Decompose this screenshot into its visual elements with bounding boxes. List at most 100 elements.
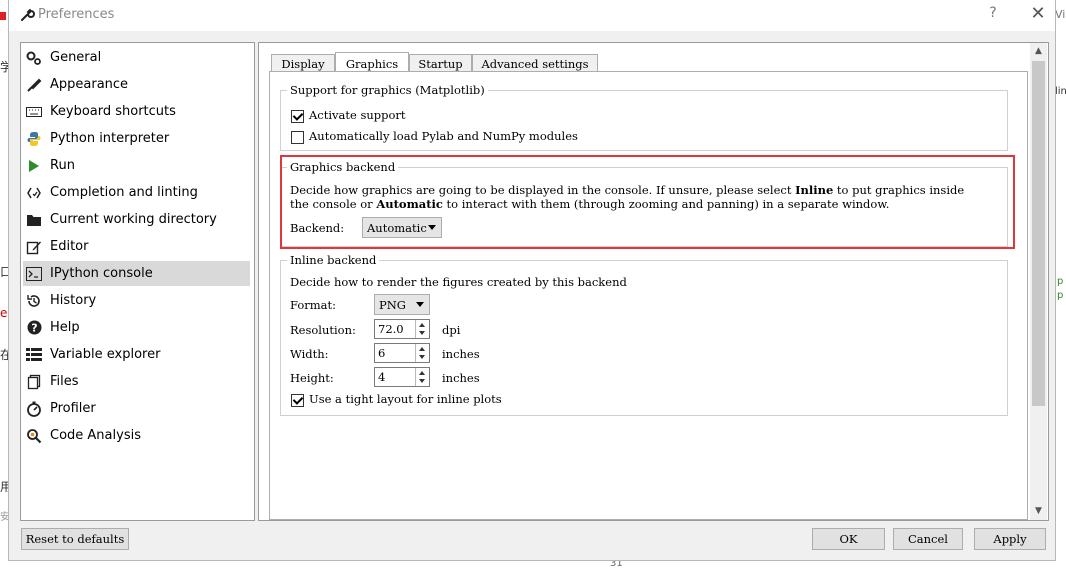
background-glyph: e [0, 306, 8, 320]
resolution-value: 72.0 [378, 322, 404, 336]
vertical-scrollbar[interactable]: ▲ ▼ [1030, 43, 1047, 520]
width-unit: inches [442, 347, 480, 361]
scroll-down-icon[interactable]: ▼ [1030, 503, 1047, 520]
height-unit: inches [442, 371, 480, 385]
highlight-box [280, 155, 1015, 249]
support-group-title: Support for graphics (Matplotlib) [287, 83, 488, 97]
settings-pane: Display Graphics Startup Advanced settin… [258, 42, 1049, 521]
support-group: Support for graphics (Matplotlib) Activa… [280, 83, 1008, 151]
activate-support-label: Activate support [309, 108, 406, 122]
background-red-icon [0, 12, 6, 20]
background-glyph: p [1057, 276, 1064, 287]
spin-up-icon [419, 323, 425, 327]
format-label: Format: [290, 298, 337, 312]
sidebar-item-label: IPython console [50, 266, 153, 281]
width-value: 6 [378, 346, 386, 360]
python-icon [26, 131, 42, 147]
profiler-icon [26, 401, 42, 417]
sidebar-item-files[interactable]: Files [23, 369, 250, 394]
sidebar-item-label: Files [50, 374, 79, 389]
background-glyph: Vi [1055, 8, 1066, 21]
inline-description: Decide how to render the figures created… [290, 275, 627, 289]
sidebar-item-ipython-console[interactable]: IPython console [23, 261, 250, 286]
spin-down-icon [419, 331, 425, 335]
sidebar-item-label: Appearance [50, 77, 129, 92]
sidebar-item-appearance[interactable]: Appearance [23, 72, 250, 97]
sidebar-item-label: Python interpreter [50, 131, 170, 146]
inline-group: Inline backend Decide how to render the … [280, 253, 1008, 416]
table-icon [26, 347, 42, 363]
sidebar-item-python-interpreter[interactable]: Python interpreter [23, 126, 250, 151]
paint-brush-icon [26, 77, 42, 93]
sidebar-item-code-analysis[interactable]: Code Analysis [23, 423, 250, 448]
scrollbar-thumb[interactable] [1032, 61, 1045, 406]
spin-down-icon [419, 355, 425, 359]
chevron-down-icon [416, 302, 424, 307]
sidebar-item-help[interactable]: ? Help [23, 315, 250, 340]
spin-up-icon [419, 371, 425, 375]
edit-icon [26, 239, 42, 255]
cancel-button[interactable]: Cancel [893, 528, 963, 550]
reset-defaults-button[interactable]: Reset to defaults [21, 528, 129, 550]
spin-buttons[interactable] [415, 320, 429, 338]
preferences-dialog: Preferences ? ✕ General Appearance Keybo… [8, 0, 1056, 561]
format-select-value: PNG [379, 297, 406, 312]
tab-content-graphics: Support for graphics (Matplotlib) Activa… [269, 71, 1028, 520]
sidebar-item-run[interactable]: Run [23, 153, 250, 178]
autoload-pylab-checkbox[interactable] [291, 131, 304, 144]
sidebar-item-current-working-directory[interactable]: Current working directory [23, 207, 250, 232]
window-title: Preferences [38, 7, 115, 22]
scroll-up-icon[interactable]: ▲ [1030, 43, 1047, 60]
spin-buttons[interactable] [415, 368, 429, 386]
spin-down-icon [419, 379, 425, 383]
sidebar-item-general[interactable]: General [23, 45, 250, 70]
code-analysis-icon [26, 428, 42, 444]
tight-layout-checkbox[interactable] [291, 394, 304, 407]
ok-button[interactable]: OK [812, 528, 885, 550]
width-spinbox[interactable]: 6 [374, 343, 430, 363]
format-select[interactable]: PNG [374, 294, 430, 315]
height-spinbox[interactable]: 4 [374, 367, 430, 387]
gears-icon [26, 50, 42, 66]
question-icon: ? [26, 320, 42, 336]
sidebar-item-label: History [50, 293, 97, 308]
height-label: Height: [290, 371, 334, 385]
sidebar-item-label: Help [50, 320, 80, 335]
sidebar-item-editor[interactable]: Editor [23, 234, 250, 259]
files-icon [26, 374, 42, 390]
close-button[interactable]: ✕ [1027, 3, 1049, 25]
title-bar: Preferences ? ✕ [9, 0, 1055, 31]
wrench-icon [19, 7, 35, 23]
sidebar-item-completion-and-linting[interactable]: Completion and linting [23, 180, 250, 205]
activate-support-checkbox[interactable] [291, 110, 304, 123]
help-button[interactable]: ? [983, 5, 1003, 25]
apply-button[interactable]: Apply [974, 528, 1046, 550]
sidebar-item-label: Profiler [50, 401, 96, 416]
resolution-label: Resolution: [290, 323, 356, 337]
resolution-spinbox[interactable]: 72.0 [374, 319, 430, 339]
inline-group-title: Inline backend [287, 253, 380, 267]
autoload-pylab-label: Automatically load Pylab and NumPy modul… [309, 129, 578, 143]
sidebar-item-label: Completion and linting [50, 185, 198, 200]
sidebar-item-label: Keyboard shortcuts [50, 104, 176, 119]
width-label: Width: [290, 347, 329, 361]
sidebar-item-keyboard-shortcuts[interactable]: Keyboard shortcuts [23, 99, 250, 124]
sidebar-item-history[interactable]: History [23, 288, 250, 313]
resolution-unit: dpi [442, 323, 461, 337]
svg-text:?: ? [31, 322, 37, 335]
keyboard-icon [26, 104, 42, 120]
background-glyph: p [1057, 290, 1064, 301]
sidebar-item-label: General [50, 50, 102, 65]
history-icon [26, 293, 42, 309]
sidebar-item-variable-explorer[interactable]: Variable explorer [23, 342, 250, 367]
sidebar-item-label: Current working directory [50, 212, 217, 227]
folder-icon [26, 212, 42, 228]
sidebar-item-label: Editor [50, 239, 89, 254]
sidebar-item-label: Code Analysis [50, 428, 141, 443]
spin-buttons[interactable] [415, 344, 429, 362]
spin-up-icon [419, 347, 425, 351]
terminal-icon [26, 266, 42, 282]
sidebar: General Appearance Keyboard shortcuts Py… [20, 42, 255, 521]
play-icon [26, 158, 42, 174]
sidebar-item-profiler[interactable]: Profiler [23, 396, 250, 421]
